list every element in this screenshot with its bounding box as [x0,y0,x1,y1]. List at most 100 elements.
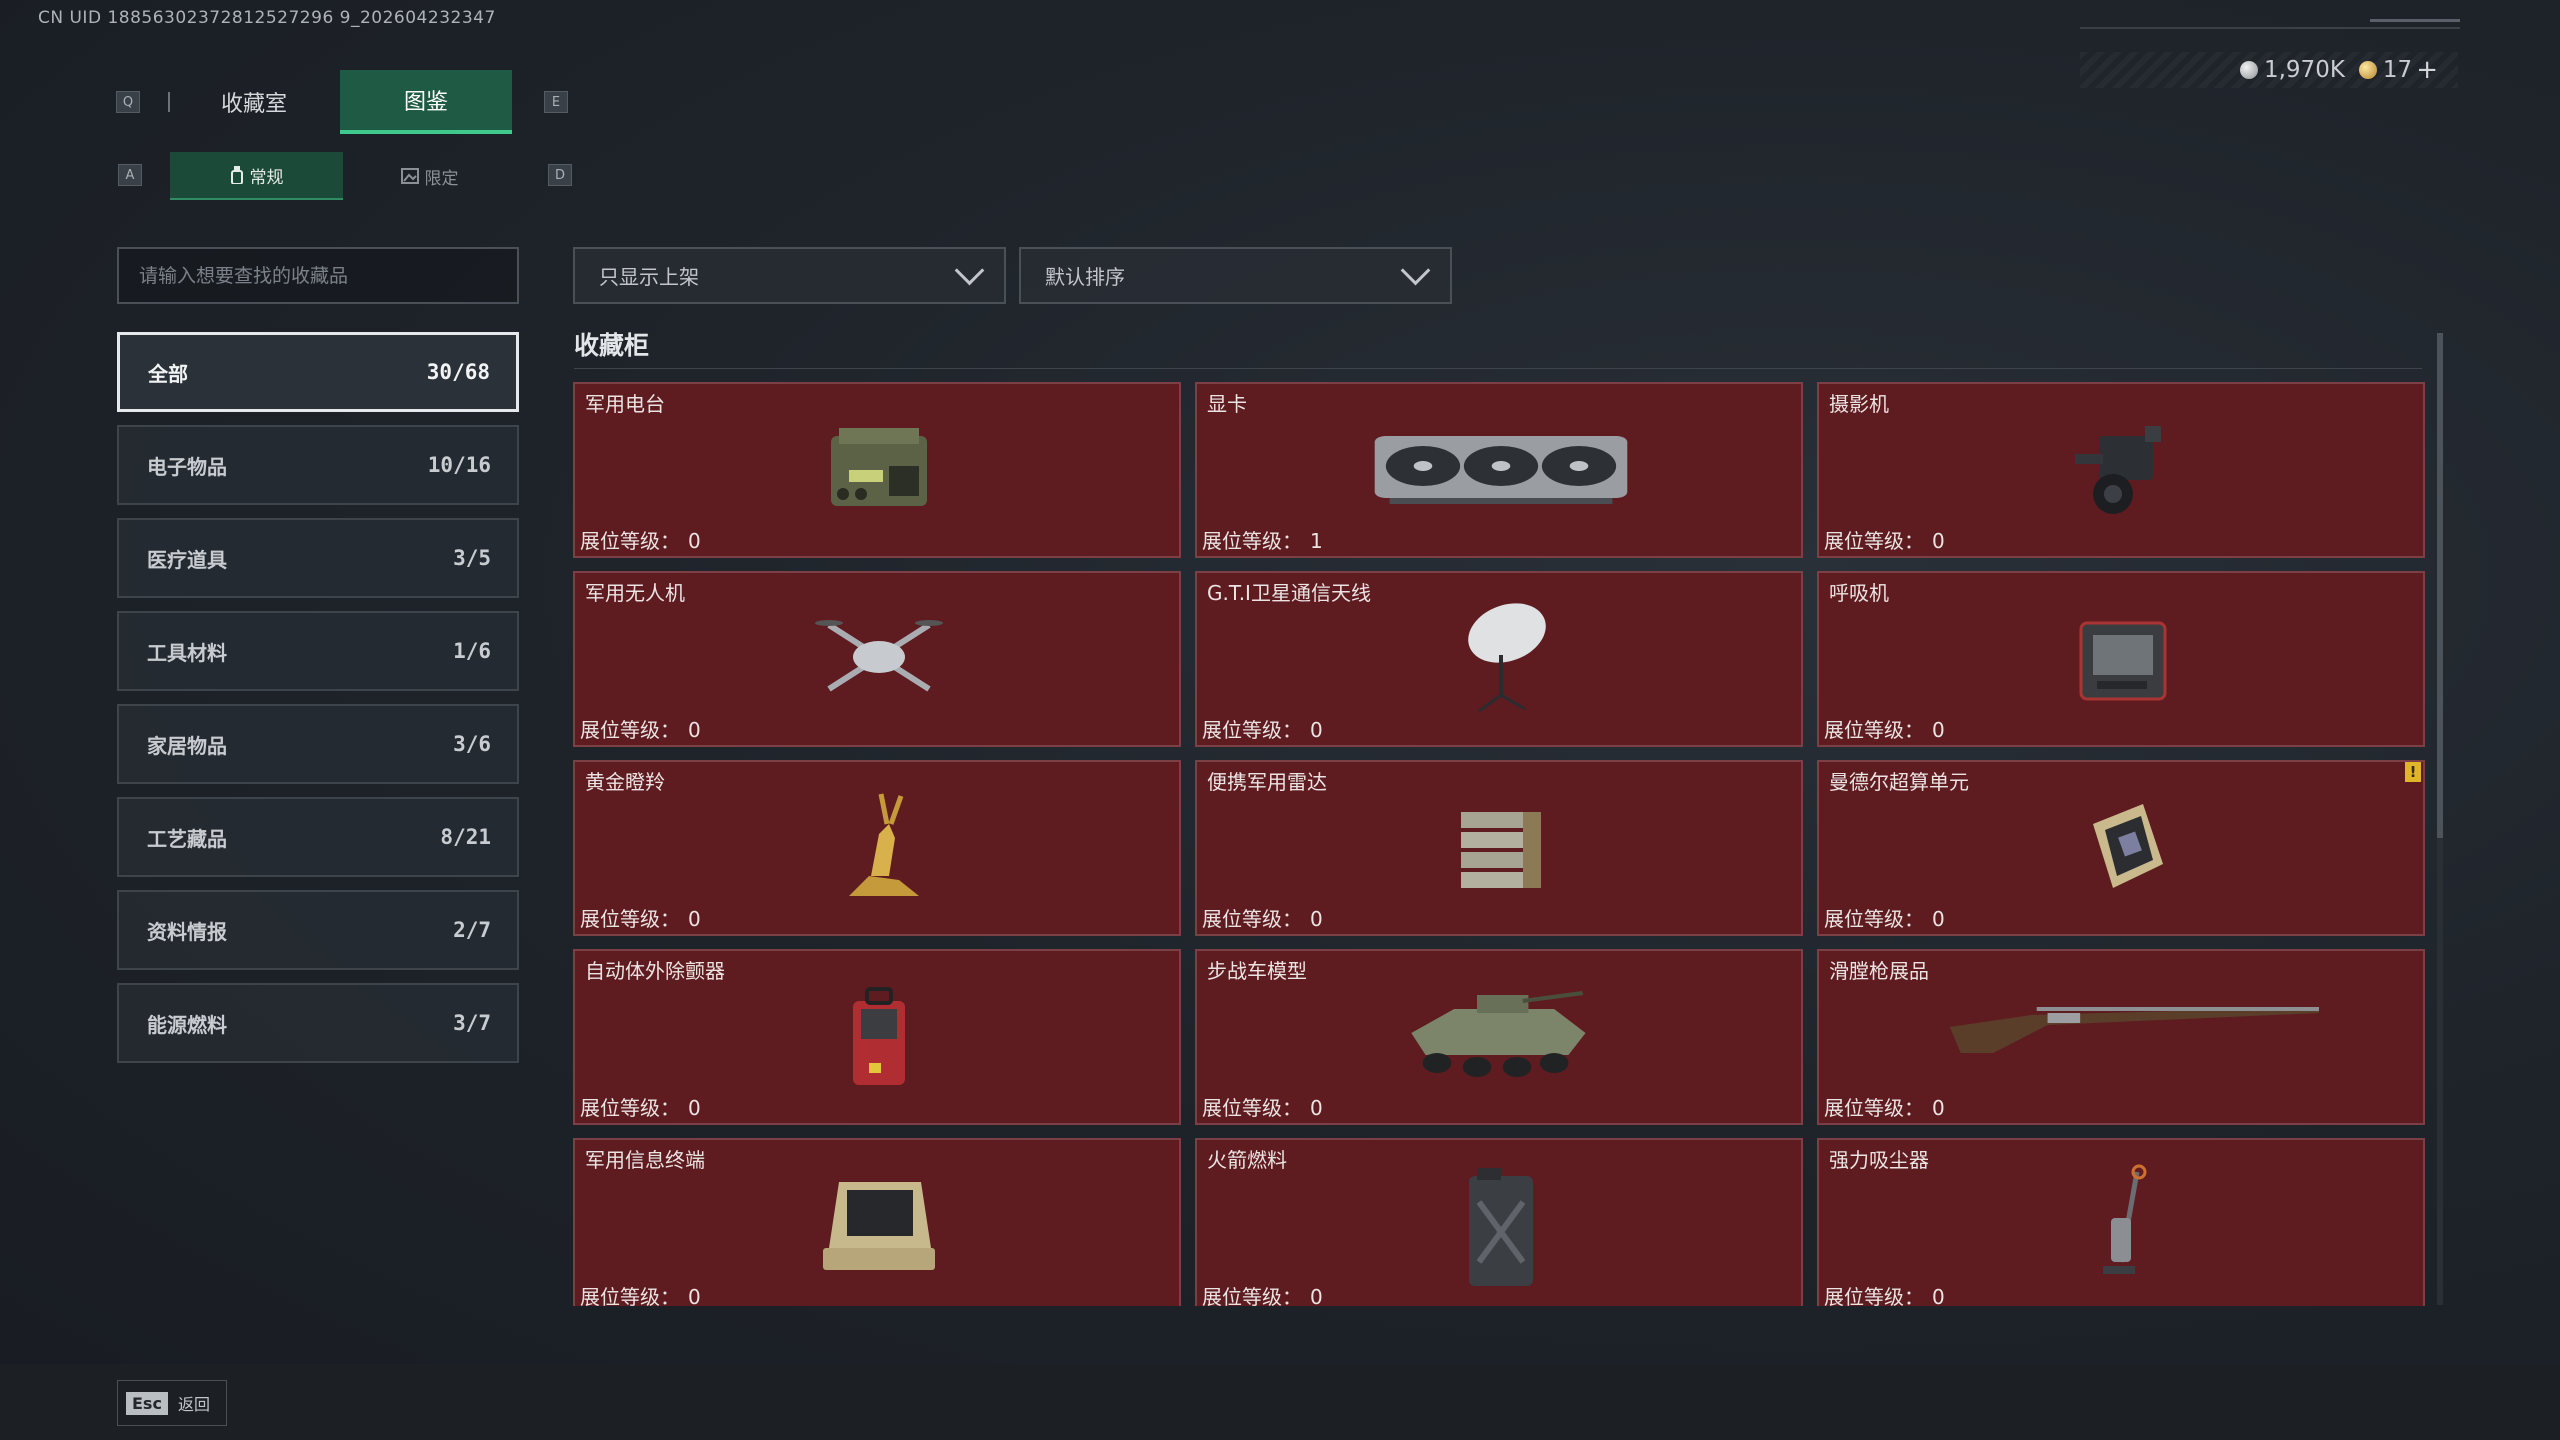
tab-collection-room[interactable]: 收藏室 [168,70,340,134]
level-value: 0 [688,1285,701,1306]
category-label: 家居物品 [147,733,227,758]
collection-card[interactable]: 黄金瞪羚 展位等级： 0 [573,760,1181,936]
tab-label: 收藏室 [220,92,287,117]
key-hint-d: D [548,164,572,186]
section-divider [574,368,2422,369]
compute-unit-icon [2093,804,2163,888]
subtab-label: 限定 [424,168,459,189]
level-label: 展位等级： [1202,1096,1302,1120]
collection-card[interactable]: 军用无人机 展位等级： 0 [573,571,1181,747]
subtab-regular[interactable]: 常规 [170,152,343,200]
collection-card[interactable]: 步战车模型 展位等级： 0 [1195,949,1803,1125]
collection-card[interactable]: 滑膛枪展品 展位等级： 0 [1817,949,2425,1125]
drone-icon [815,620,943,692]
top-decor-line [2080,27,2460,29]
add-currency-button[interactable]: + [2416,55,2438,85]
tab-separator [168,92,170,112]
booth-level: 展位等级： 0 [580,525,701,554]
collection-grid: 军用电台 展位等级： 0 显卡 展位等级： 1 摄影机 展位等级： 0 军用无人机 [573,382,2425,1306]
level-label: 展位等级： [1202,529,1302,553]
collection-card[interactable]: 军用电台 展位等级： 0 [573,382,1181,558]
musket-icon [1949,1007,2319,1053]
level-value: 0 [1932,529,1945,553]
level-value: 0 [1932,1285,1945,1306]
scrollbar-thumb[interactable] [2437,333,2443,838]
category-all[interactable]: 全部 30/68 [117,332,519,412]
category-fuel[interactable]: 能源燃料 3/7 [117,983,519,1063]
category-label: 全部 [148,361,188,386]
category-label: 工具材料 [147,640,227,665]
booth-level: 展位等级： 1 [1202,525,1323,554]
collection-card[interactable]: 军用信息终端 展位等级： 0 [573,1138,1181,1306]
booth-level: 展位等级： 0 [1824,525,1945,554]
warning-icon: ! [2405,762,2421,782]
category-count: 3/5 [453,546,491,570]
category-label: 工艺藏品 [147,826,227,851]
gpu-icon [1374,436,1628,504]
category-label: 医疗道具 [147,547,227,572]
tab-catalog[interactable]: 图鉴 [340,70,512,134]
level-label: 展位等级： [1202,907,1302,931]
golden-gazelle-icon [849,793,919,896]
category-electronics[interactable]: 电子物品 10/16 [117,425,519,505]
chevron-down-icon [954,255,985,286]
ifv-model-icon [1411,991,1586,1077]
collection-card[interactable]: 曼德尔超算单元 ! 展位等级： 0 [1817,760,2425,936]
sub-tabs: 常规 限定 [170,152,516,200]
item-name: 摄影机 [1829,392,1889,416]
currency-bar: 1,970K 17 + [2080,52,2458,88]
collection-card[interactable]: 摄影机 展位等级： 0 [1817,382,2425,558]
category-crafts[interactable]: 工艺藏品 8/21 [117,797,519,877]
chevron-down-icon [1400,255,1431,286]
level-value: 0 [1310,1285,1323,1306]
dropdown-value: 只显示上架 [599,265,699,289]
item-name: 曼德尔超算单元 [1829,770,1969,794]
satellite-dish-icon [1468,603,1546,713]
level-value: 0 [688,907,701,931]
level-label: 展位等级： [580,907,680,931]
category-tools[interactable]: 工具材料 1/6 [117,611,519,691]
category-count: 3/7 [453,1011,491,1035]
collection-card[interactable]: G.T.I卫星通信天线 展位等级： 0 [1195,571,1803,747]
level-value: 0 [688,529,701,553]
category-label: 资料情报 [147,919,227,944]
back-button[interactable]: Esc 返回 [117,1380,227,1426]
level-label: 展位等级： [1202,1285,1302,1306]
defibrillator-icon [853,987,905,1085]
booth-level: 展位等级： 0 [1202,1092,1323,1121]
collection-card[interactable]: 显卡 展位等级： 1 [1195,382,1803,558]
subtab-limited[interactable]: 限定 [343,152,516,200]
category-household[interactable]: 家居物品 3/6 [117,704,519,784]
collection-card[interactable]: 强力吸尘器 展位等级： 0 [1817,1138,2425,1306]
level-value: 0 [1310,1096,1323,1120]
category-medical[interactable]: 医疗道具 3/5 [117,518,519,598]
level-value: 0 [1932,907,1945,931]
bottom-bar [0,1364,2560,1440]
category-count: 1/6 [453,639,491,663]
level-label: 展位等级： [1824,1096,1924,1120]
collection-card[interactable]: 火箭燃料 展位等级： 0 [1195,1138,1803,1306]
item-name: 强力吸尘器 [1829,1148,1929,1172]
booth-level: 展位等级： 0 [580,714,701,743]
collection-card[interactable]: 呼吸机 展位等级： 0 [1817,571,2425,747]
collection-card[interactable]: 便携军用雷达 展位等级： 0 [1195,760,1803,936]
level-value: 0 [1932,1096,1945,1120]
booth-level: 展位等级： 0 [580,1092,701,1121]
shelf-filter-dropdown[interactable]: 只显示上架 [573,247,1006,304]
search-input[interactable] [119,249,517,302]
ventilator-icon [2079,621,2167,701]
level-value: 0 [1310,907,1323,931]
level-label: 展位等级： [580,1285,680,1306]
category-intel[interactable]: 资料情报 2/7 [117,890,519,970]
item-name: 滑膛枪展品 [1829,959,1929,983]
level-label: 展位等级： [580,529,680,553]
key-hint-e: E [544,91,568,113]
level-value: 0 [1310,718,1323,742]
category-label: 能源燃料 [147,1012,227,1037]
collection-card[interactable]: 自动体外除颤器 展位等级： 0 [573,949,1181,1125]
category-count: 3/6 [453,732,491,756]
sort-dropdown[interactable]: 默认排序 [1019,247,1452,304]
item-name: G.T.I卫星通信天线 [1207,581,1371,605]
terminal-icon [823,1182,935,1270]
category-count: 10/16 [427,453,491,477]
